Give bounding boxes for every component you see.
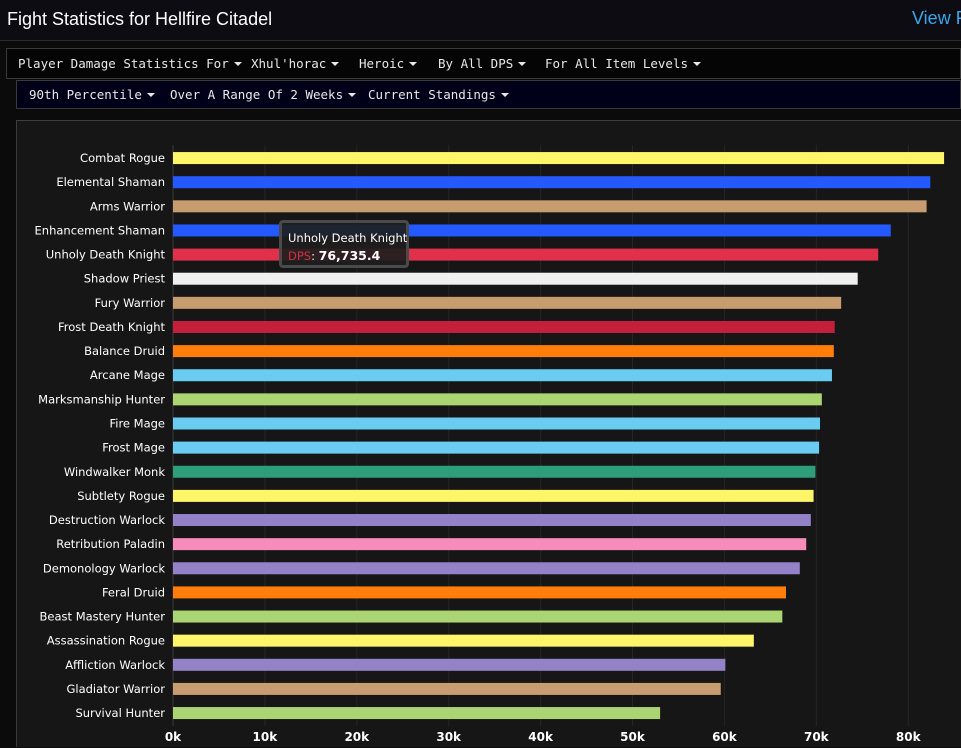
tooltip-metric-label: DPS <box>288 249 312 263</box>
page-title: Fight Statistics for Hellfire Citadel <box>7 9 273 29</box>
bar[interactable] <box>173 345 834 358</box>
bar[interactable] <box>173 586 787 599</box>
category-label: Survival Hunter <box>75 706 165 720</box>
tooltip-spec-name: Unholy Death Knight <box>288 231 408 245</box>
category-label: Fury Warrior <box>95 296 166 310</box>
category-label: Arcane Mage <box>90 368 165 382</box>
category-label: Gladiator Warrior <box>66 682 165 696</box>
caret-down-icon <box>331 62 340 66</box>
chart-panel: 0k 10k 20k 30k 40k 50k 60k 70k 80k Combat Rogue El… <box>16 120 961 747</box>
category-label: Enhancement Shaman <box>35 223 165 237</box>
category-label: Feral Druid <box>102 585 165 599</box>
dps-bar-chart: 0k 10k 20k 30k 40k 50k 60k 70k 80k Combat Rogue El… <box>35 145 945 744</box>
bar[interactable] <box>173 465 816 478</box>
dropdown-label: Player Damage Statistics For <box>18 56 229 71</box>
dropdown-label: Xhul'horac <box>251 56 327 71</box>
bar[interactable] <box>173 489 814 502</box>
caret-down-icon <box>518 62 527 66</box>
bar[interactable] <box>173 320 835 333</box>
category-label: Shadow Priest <box>84 272 166 286</box>
bar[interactable] <box>173 393 822 406</box>
bar[interactable] <box>173 369 832 382</box>
bar[interactable] <box>173 682 721 695</box>
bar[interactable] <box>173 296 842 309</box>
caret-down-icon <box>348 93 357 97</box>
tooltip-metric-value: 76,735.4 <box>318 248 381 263</box>
category-label: Assassination Rogue <box>47 634 165 648</box>
x-tick-label: 50k <box>620 730 646 744</box>
category-label: Arms Warrior <box>90 199 165 213</box>
category-label: Elemental Shaman <box>56 175 165 189</box>
category-label: Retribution Paladin <box>56 537 165 551</box>
category-label: Marksmanship Hunter <box>38 392 165 406</box>
bar[interactable] <box>173 538 807 551</box>
category-label: Affliction Warlock <box>65 658 165 672</box>
bar[interactable] <box>173 562 800 575</box>
bar[interactable] <box>173 417 821 430</box>
bar[interactable] <box>173 634 754 647</box>
filter-difficulty-dropdown[interactable]: Heroic <box>359 56 418 71</box>
filter-role-dropdown[interactable]: By All DPS <box>438 56 527 71</box>
category-label: Windwalker Monk <box>64 465 166 479</box>
bar[interactable] <box>173 514 811 527</box>
filter-bar: Player Damage Statistics For Xhul'horac … <box>6 48 961 79</box>
filter-percentile-dropdown[interactable]: 90th Percentile <box>29 87 155 102</box>
bar[interactable] <box>173 610 783 623</box>
sub-filter-bar: 90th Percentile Over A Range Of 2 Weeks … <box>16 80 961 109</box>
caret-down-icon <box>409 62 418 66</box>
x-tick-label: 80k <box>896 730 922 744</box>
dropdown-label: Current Standings <box>368 87 496 102</box>
category-label: Frost Death Knight <box>58 320 165 334</box>
caret-down-icon <box>146 93 155 97</box>
bar[interactable] <box>173 176 931 189</box>
x-tick-label: 40k <box>528 730 554 744</box>
x-tick-label: 20k <box>344 730 370 744</box>
category-label: Subtlety Rogue <box>77 489 165 503</box>
bar[interactable] <box>173 707 661 720</box>
bar[interactable] <box>173 658 726 671</box>
x-tick-label: 60k <box>712 730 738 744</box>
category-label: Balance Druid <box>84 344 165 358</box>
category-label: Fire Mage <box>109 416 165 430</box>
title-bar: Fight Statistics for Hellfire Citadel Vi… <box>0 0 961 41</box>
dropdown-label: Heroic <box>359 56 405 71</box>
tooltip-value-line: DPS: 76,735.4 <box>288 248 381 263</box>
caret-down-icon <box>233 62 242 66</box>
category-label: Unholy Death Knight <box>46 248 166 262</box>
bar[interactable] <box>173 441 820 454</box>
caret-down-icon <box>500 93 509 97</box>
x-tick-label: 0k <box>165 730 182 744</box>
x-tick-label: 30k <box>436 730 462 744</box>
x-tick-label: 70k <box>804 730 830 744</box>
chart-tooltip: Unholy Death Knight DPS: 76,735.4 <box>279 220 409 268</box>
category-label: Demonology Warlock <box>43 561 165 575</box>
caret-down-icon <box>693 62 701 66</box>
category-label: Combat Rogue <box>80 151 165 165</box>
x-tick-label: 10k <box>253 730 279 744</box>
bar[interactable] <box>173 152 945 165</box>
filter-standings-dropdown[interactable]: Current Standings <box>368 87 509 102</box>
category-label: Beast Mastery Hunter <box>40 610 166 624</box>
bar[interactable] <box>173 272 858 285</box>
filter-time-range-dropdown[interactable]: Over A Range Of 2 Weeks <box>170 87 357 102</box>
view-link[interactable]: View F <box>912 8 961 29</box>
dropdown-label: By All DPS <box>438 56 514 71</box>
filter-item-level-dropdown[interactable]: For All Item Levels <box>545 56 701 71</box>
dropdown-label: 90th Percentile <box>29 87 142 102</box>
bar[interactable] <box>173 200 927 213</box>
filter-boss-dropdown[interactable]: Xhul'horac <box>251 56 340 71</box>
dropdown-label: For All Item Levels <box>545 56 688 71</box>
dropdown-label: Over A Range Of 2 Weeks <box>170 87 344 102</box>
category-label: Frost Mage <box>102 441 165 455</box>
filter-statistics-type-dropdown[interactable]: Player Damage Statistics For <box>18 56 242 71</box>
category-label: Destruction Warlock <box>49 513 165 527</box>
